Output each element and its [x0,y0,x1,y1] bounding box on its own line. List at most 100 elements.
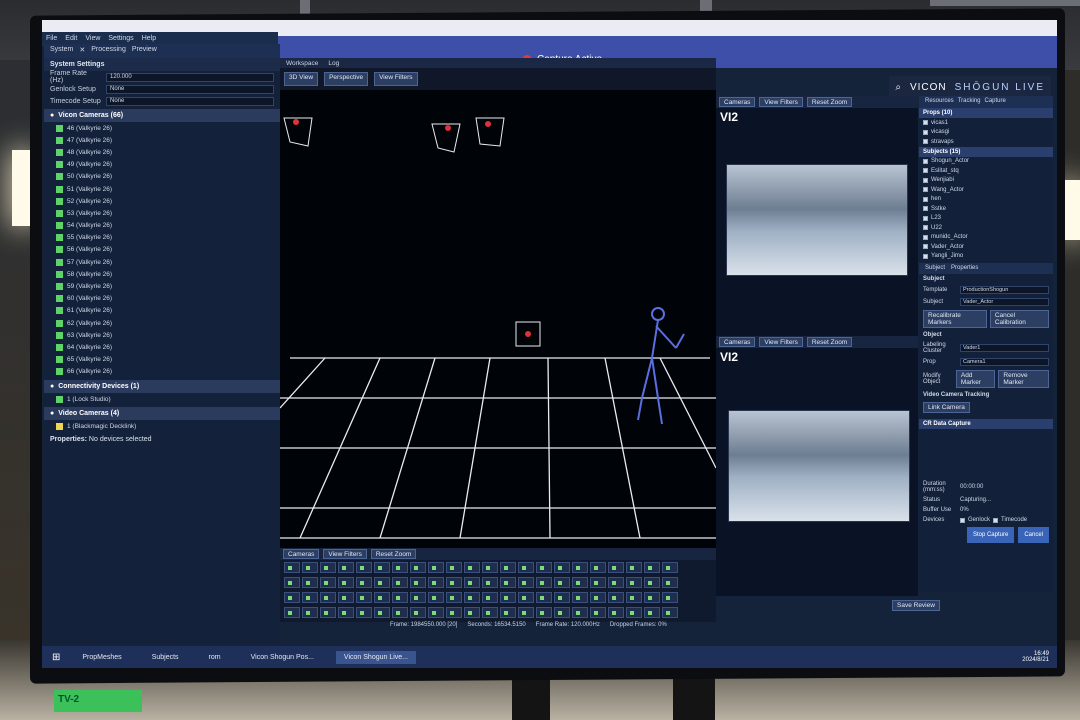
menu-help[interactable]: Help [142,35,156,43]
camera-status-cell[interactable] [428,592,444,603]
taskbar-item-shogun-post[interactable]: Vicon Shogun Pos... [243,651,322,664]
tab-capture[interactable]: Capture [984,98,1005,106]
genlock-checkbox[interactable] [960,517,965,523]
camera-status-cell[interactable] [356,577,372,588]
camera-list-item[interactable]: 63 (Valkyrie 26) [44,329,280,341]
camera-status-cell[interactable] [392,577,408,588]
view-filters-button[interactable]: View Filters [759,337,803,347]
menu-file[interactable]: File [46,35,57,43]
checkbox[interactable] [923,177,928,183]
camera-status-cell[interactable] [446,607,462,618]
camera-status-cell[interactable] [662,592,678,603]
tab-log[interactable]: Log [328,60,339,68]
taskbar-item-subjects[interactable]: Subjects [144,651,187,664]
camera-status-cell[interactable] [446,577,462,588]
checkbox[interactable] [923,129,928,135]
camera-status-cell[interactable] [608,562,624,573]
menu-view[interactable]: View [85,35,100,43]
menu-edit[interactable]: Edit [65,35,77,43]
camera-status-cell[interactable] [536,592,552,603]
subject-item[interactable]: Shogun_Actor [919,157,1053,167]
camera-status-cell[interactable] [590,592,606,603]
camera-list-item[interactable]: 60 (Valkyrie 26) [44,293,280,305]
camera-status-cell[interactable] [554,607,570,618]
camera-list-item[interactable]: 57 (Valkyrie 26) [44,256,280,268]
subject-item[interactable]: Wenjiabi [919,176,1053,186]
camera-status-cell[interactable] [482,577,498,588]
camera-status-cell[interactable] [464,562,480,573]
camera-status-cell[interactable] [608,592,624,603]
camera-status-cell[interactable] [320,607,336,618]
subject-item[interactable]: Vader_Actor [919,242,1053,252]
tab-properties[interactable]: Properties [951,265,978,272]
camera-list-item[interactable]: 61 (Valkyrie 26) [44,305,280,317]
camera-status-cell[interactable] [590,577,606,588]
list-item[interactable]: 1 (Lock Studio) [44,393,280,405]
subjects-header[interactable]: Subjects (15) [919,146,1053,157]
camera-status-cell[interactable] [284,592,300,603]
camera-status-cell[interactable] [482,562,498,573]
camera-list-item[interactable]: 50 (Valkyrie 26) [44,171,280,183]
subject-item[interactable]: L23 [919,214,1053,224]
camera-status-cell[interactable] [626,607,642,618]
subject-item[interactable]: Wang_Actor [919,185,1053,195]
camera-status-cell[interactable] [536,577,552,588]
camera-list-item[interactable]: 54 (Valkyrie 26) [44,220,280,232]
camera-list-item[interactable]: 46 (Valkyrie 26) [44,122,280,134]
expand-icon[interactable]: ● [50,112,54,119]
camera-status-cell[interactable] [356,592,372,603]
3d-viewport[interactable]: 3D View Perspective View Filters [280,68,716,548]
camera-status-cell[interactable] [536,562,552,573]
add-marker-button[interactable]: Add Marker [955,370,996,388]
camera-status-cell[interactable] [554,592,570,603]
camera-status-cell[interactable] [428,577,444,588]
genlock-select[interactable]: None [106,84,274,94]
video-cameras-group[interactable]: ● Video Cameras (4) [44,407,280,421]
camera-status-cell[interactable] [410,592,426,603]
subject-item[interactable]: Sstke [919,204,1053,214]
camera-status-cell[interactable] [392,607,408,618]
camera-status-cell[interactable] [608,607,624,618]
recalibrate-button[interactable]: Recalibrate Markers [923,310,987,328]
checkbox[interactable] [923,244,928,250]
stop-capture-button[interactable]: Stop Capture [966,527,1015,543]
camera-status-cell[interactable] [500,607,516,618]
camera-status-cell[interactable] [392,562,408,573]
camera-status-cell[interactable] [518,577,534,588]
vicon-cameras-group[interactable]: ● Vicon Cameras (66) [44,109,280,122]
camera-status-cell[interactable] [428,607,444,618]
tab-system[interactable]: System [50,46,73,56]
camera-status-cell[interactable] [626,562,642,573]
camera-status-cell[interactable] [572,577,588,588]
camera-status-cell[interactable] [662,577,678,588]
camera-status-cell[interactable] [626,592,642,603]
subject-item[interactable]: Yangli_Jimo [919,252,1053,262]
view-filters-button[interactable]: View Filters [759,97,803,107]
subject-item[interactable]: hen [919,195,1053,205]
subject-item[interactable]: munidc_Actor [919,233,1053,243]
tab-subject[interactable]: Subject [925,265,945,272]
camera-status-cell[interactable] [482,592,498,603]
camera-status-cell[interactable] [374,592,390,603]
camera-list-item[interactable]: 64 (Valkyrie 26) [44,341,280,353]
camera-list-item[interactable]: 56 (Valkyrie 26) [44,244,280,256]
camera-status-cell[interactable] [320,577,336,588]
camera-status-cell[interactable] [356,607,372,618]
camera-list-item[interactable]: 47 (Valkyrie 26) [44,134,280,146]
camera-status-cell[interactable] [518,562,534,573]
camera-status-cell[interactable] [428,562,444,573]
camera-status-cell[interactable] [572,592,588,603]
menu-settings[interactable]: Settings [108,35,133,43]
camera-status-cell[interactable] [554,562,570,573]
checkbox[interactable] [923,196,928,202]
camera-status-cell[interactable] [518,607,534,618]
checkbox[interactable] [923,253,928,259]
taskbar-item-shogun-live[interactable]: Vicon Shogun Live... [335,650,417,664]
camera-list-item[interactable]: 58 (Valkyrie 26) [44,268,280,280]
video-feed-thumbnail[interactable] [728,410,910,522]
cancel-button[interactable]: Cancel [1018,527,1049,543]
camera-status-cell[interactable] [374,562,390,573]
prop-item[interactable]: vicas1 [919,118,1053,128]
camera-status-cell[interactable] [338,607,354,618]
prop-select[interactable]: Camera1 [960,358,1049,366]
